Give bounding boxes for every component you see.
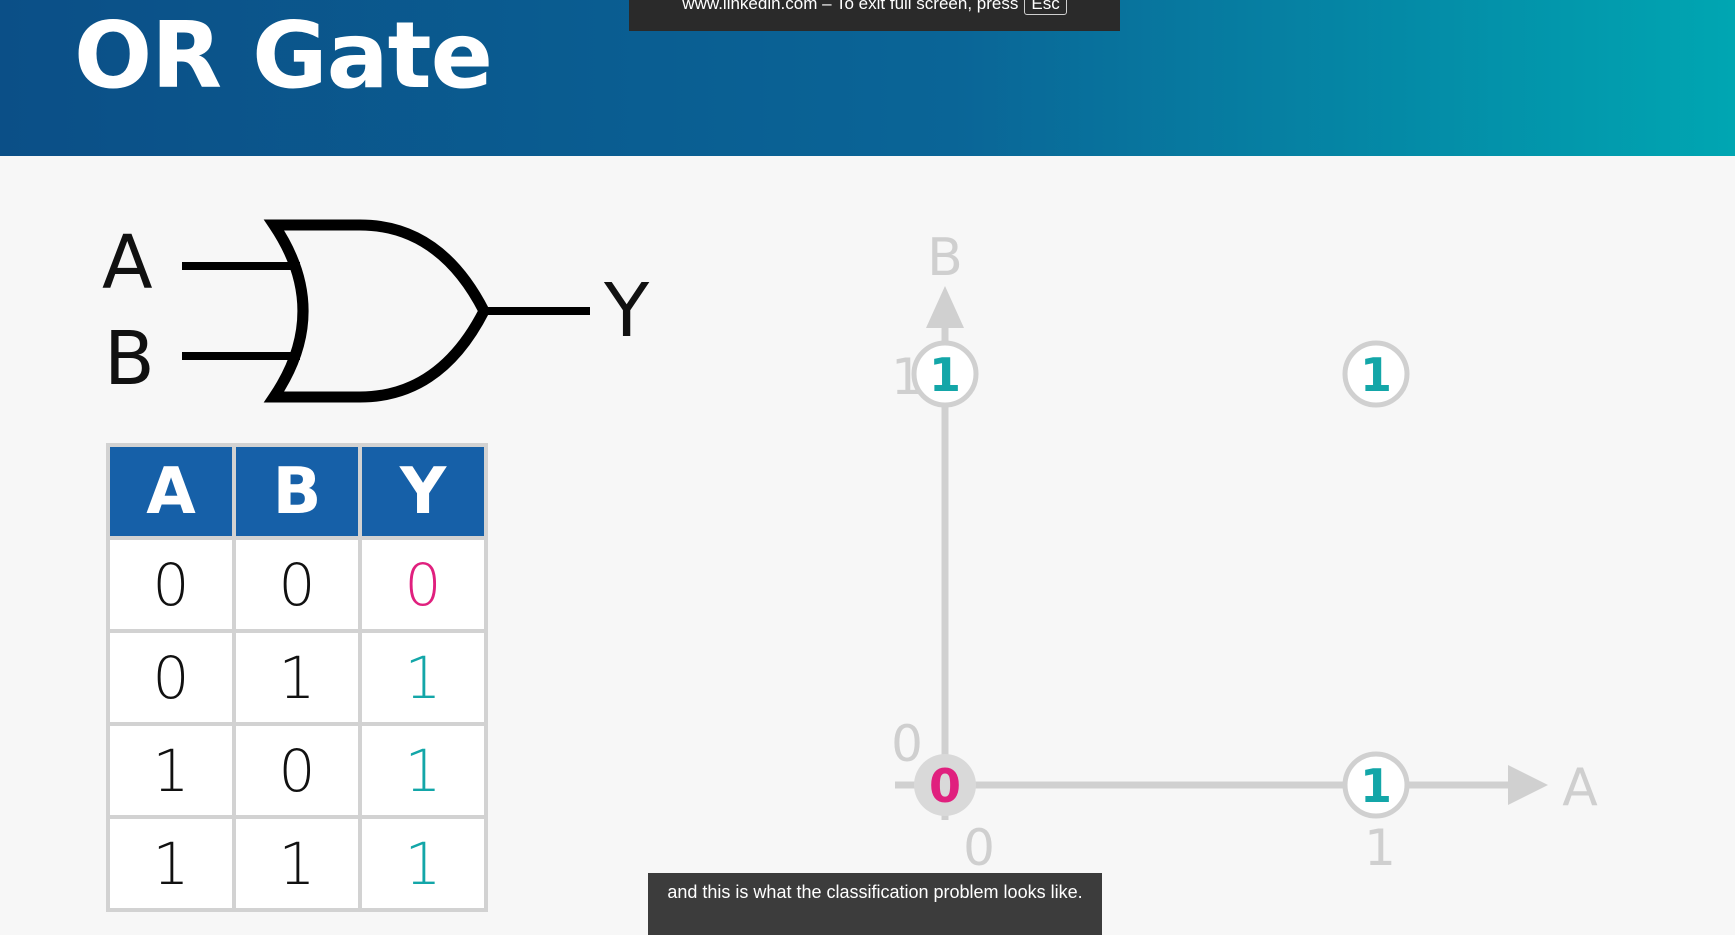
esc-key: Esc	[1024, 0, 1067, 15]
y-axis-arrow-icon	[926, 286, 964, 328]
data-point-label: 1	[1360, 759, 1392, 813]
cell-a: 1	[106, 722, 236, 819]
input-b-label: B	[104, 316, 155, 402]
table-row: 1 0 1	[106, 722, 488, 819]
output-y-label: Y	[603, 268, 650, 354]
cell-b: 0	[232, 722, 362, 819]
truth-table-header-row: A B Y	[106, 443, 488, 540]
cell-a: 0	[106, 536, 236, 633]
cell-b: 1	[232, 629, 362, 726]
or-gate-diagram: A B Y	[102, 219, 650, 403]
x-tick-label: 0	[963, 819, 995, 870]
or-gate-symbol	[263, 219, 491, 403]
header-a: A	[106, 443, 236, 540]
cell-y: 1	[358, 815, 488, 912]
x-tick-label: 1	[1364, 819, 1396, 870]
x-axis-arrow-icon	[1508, 765, 1548, 805]
slide-title: OR Gate	[74, 2, 493, 109]
cell-b: 0	[232, 536, 362, 633]
cell-y: 0	[358, 536, 488, 633]
x-axis-label: A	[1562, 758, 1598, 818]
table-row: 0 0 0	[106, 536, 488, 633]
y-tick-label: 0	[891, 715, 923, 773]
data-point-label: 1	[929, 348, 961, 402]
fullscreen-notice: www.linkedin.com – To exit full screen, …	[629, 0, 1120, 31]
y-axis-label: B	[927, 228, 963, 288]
data-points: 0 1 1 1	[911, 340, 1410, 819]
truth-table: A B Y 0 0 0 0 1 1 1 0 1 1 1 1	[106, 443, 488, 912]
table-row: 0 1 1	[106, 629, 488, 726]
video-caption: and this is what the classification prob…	[648, 873, 1102, 935]
data-point-label: 1	[1360, 348, 1392, 402]
header-y: Y	[358, 443, 488, 540]
input-a-label: A	[102, 220, 153, 306]
cell-y: 1	[358, 629, 488, 726]
cell-a: 0	[106, 629, 236, 726]
or-scatter-plot: B A 0 1 0 1 0 1 1 1	[891, 228, 1598, 870]
cell-a: 1	[106, 815, 236, 912]
cell-y: 1	[358, 722, 488, 819]
cell-b: 1	[232, 815, 362, 912]
data-point-label: 0	[929, 759, 961, 813]
fullscreen-notice-text: www.linkedin.com – To exit full screen, …	[682, 0, 1019, 13]
table-row: 1 1 1	[106, 815, 488, 912]
header-b: B	[232, 443, 362, 540]
